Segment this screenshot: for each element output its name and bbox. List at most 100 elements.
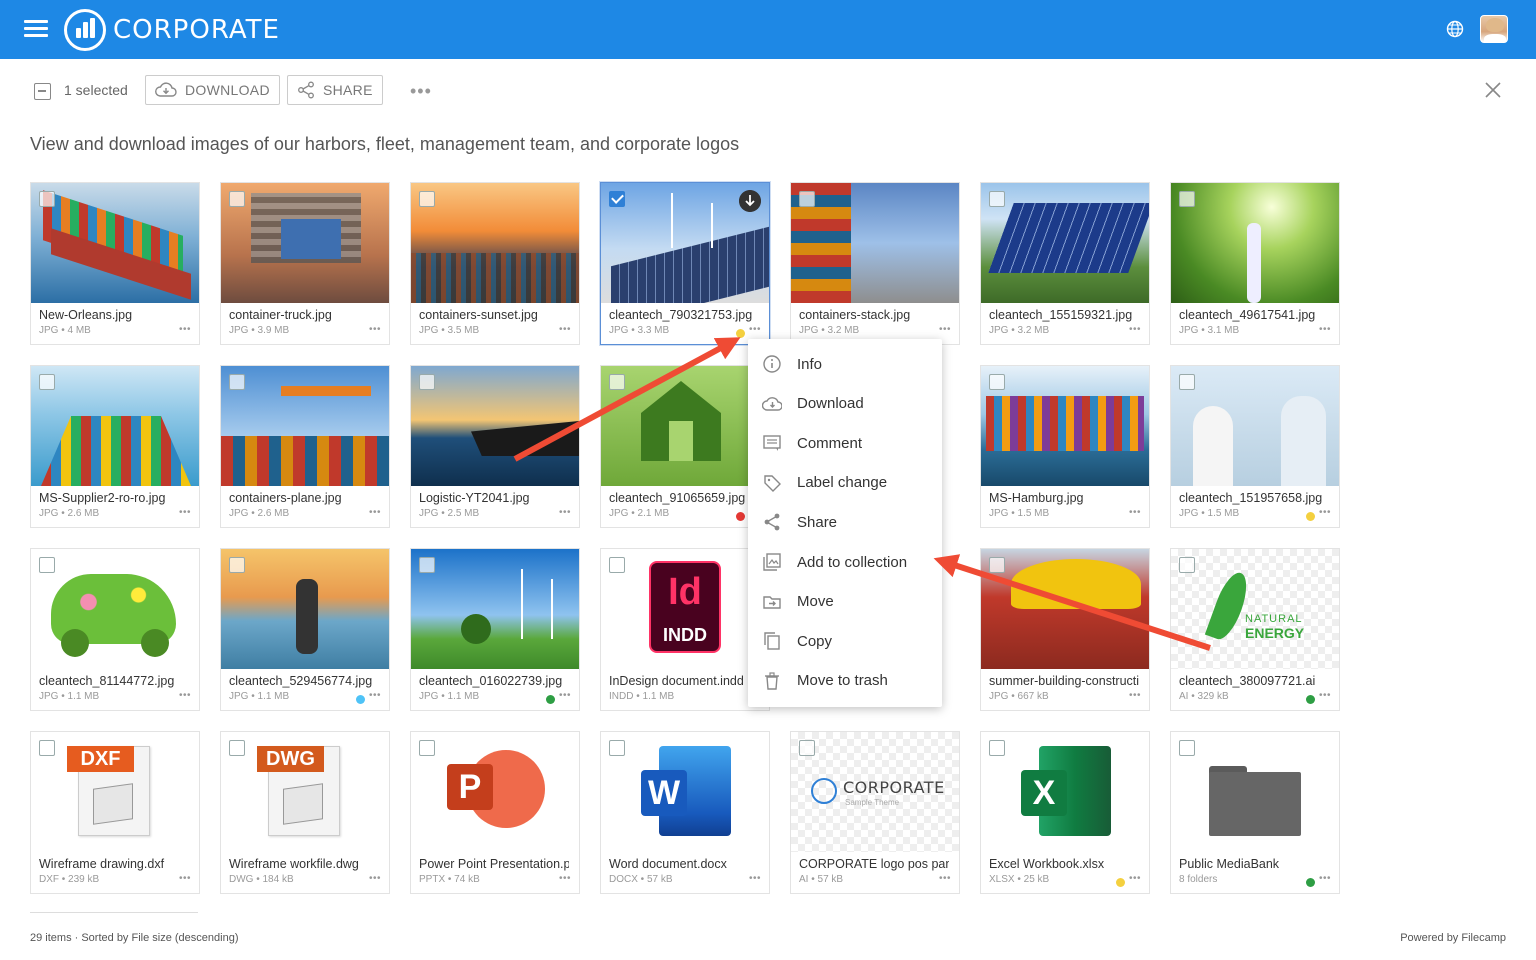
file-options-icon[interactable]: ••• — [369, 873, 381, 884]
file-thumbnail[interactable] — [31, 183, 199, 303]
file-thumbnail[interactable] — [981, 366, 1149, 486]
menu-item-share[interactable]: Share — [748, 503, 942, 541]
file-options-icon[interactable]: ••• — [559, 690, 571, 701]
file-options-icon[interactable]: ••• — [1319, 690, 1331, 701]
file-checkbox[interactable] — [39, 374, 55, 390]
file-options-icon[interactable]: ••• — [749, 873, 761, 884]
file-options-icon[interactable]: ••• — [179, 324, 191, 335]
share-button[interactable]: SHARE — [287, 75, 383, 105]
file-thumbnail[interactable]: W — [601, 732, 769, 852]
file-checkbox[interactable] — [1179, 374, 1195, 390]
file-checkbox[interactable] — [39, 191, 55, 207]
menu-item-move-to-trash[interactable]: Move to trash — [748, 662, 942, 700]
menu-item-download[interactable]: Download — [748, 385, 942, 423]
file-checkbox[interactable] — [229, 191, 245, 207]
file-thumbnail[interactable] — [221, 183, 389, 303]
file-card[interactable]: container-truck.jpg JPG • 3.9 MB ••• — [220, 182, 390, 345]
file-card[interactable]: CORPORATE Sample Theme CORPORATE logo pos… — [790, 731, 960, 894]
file-checkbox[interactable] — [229, 374, 245, 390]
menu-icon[interactable] — [24, 20, 48, 40]
file-card[interactable]: MS-Supplier2-ro-ro.jpg JPG • 2.6 MB ••• — [30, 365, 200, 528]
file-card[interactable]: cleantech_790321753.jpg JPG • 3.3 MB ••• — [600, 182, 770, 345]
file-thumbnail[interactable] — [1171, 183, 1339, 303]
menu-item-move[interactable]: Move — [748, 583, 942, 621]
file-card[interactable]: cleantech_155159321.jpg JPG • 3.2 MB ••• — [980, 182, 1150, 345]
file-checkbox[interactable] — [799, 740, 815, 756]
file-options-icon[interactable]: ••• — [179, 873, 191, 884]
file-checkbox[interactable] — [229, 557, 245, 573]
file-thumbnail[interactable] — [601, 366, 769, 486]
file-options-icon[interactable]: ••• — [1129, 324, 1141, 335]
file-options-icon[interactable]: ••• — [1129, 873, 1141, 884]
file-card[interactable]: NATURAL ENERGY cleantech_380097721.ai AI … — [1170, 548, 1340, 711]
file-options-icon[interactable]: ••• — [1129, 690, 1141, 701]
file-card[interactable]: containers-plane.jpg JPG • 2.6 MB ••• — [220, 365, 390, 528]
file-card[interactable]: W Word document.docx DOCX • 57 kB ••• — [600, 731, 770, 894]
file-thumbnail[interactable]: Id INDD — [601, 549, 769, 669]
file-thumbnail[interactable] — [221, 366, 389, 486]
file-thumbnail[interactable] — [411, 183, 579, 303]
menu-item-add-to-collection[interactable]: Add to collection — [748, 543, 942, 581]
user-avatar[interactable] — [1480, 15, 1508, 43]
file-checkbox[interactable] — [799, 191, 815, 207]
file-thumbnail[interactable] — [981, 183, 1149, 303]
file-options-icon[interactable]: ••• — [1319, 873, 1331, 884]
file-card[interactable]: containers-stack.jpg JPG • 3.2 MB ••• — [790, 182, 960, 345]
file-checkbox[interactable] — [39, 557, 55, 573]
file-checkbox[interactable] — [609, 191, 625, 207]
globe-icon[interactable] — [1446, 20, 1464, 38]
file-card[interactable]: cleantech_49617541.jpg JPG • 3.1 MB ••• — [1170, 182, 1340, 345]
file-card[interactable]: cleantech_81144772.jpg JPG • 1.1 MB ••• — [30, 548, 200, 711]
more-options-icon[interactable]: ••• — [410, 81, 432, 102]
file-card[interactable]: Logistic-YT2041.jpg JPG • 2.5 MB ••• — [410, 365, 580, 528]
file-thumbnail[interactable] — [981, 549, 1149, 669]
deselect-all-checkbox[interactable] — [34, 83, 51, 100]
file-thumbnail[interactable] — [791, 183, 959, 303]
file-thumbnail[interactable]: P — [411, 732, 579, 852]
file-options-icon[interactable]: ••• — [369, 690, 381, 701]
file-thumbnail[interactable] — [31, 549, 199, 669]
file-thumbnail[interactable] — [31, 366, 199, 486]
menu-item-info[interactable]: Info — [748, 345, 942, 383]
file-options-icon[interactable]: ••• — [1319, 324, 1331, 335]
menu-item-label-change[interactable]: Label change — [748, 464, 942, 502]
file-checkbox[interactable] — [989, 191, 1005, 207]
powered-by[interactable]: Powered by Filecamp — [1400, 932, 1506, 944]
file-card[interactable]: Public MediaBank 8 folders ••• — [1170, 731, 1340, 894]
file-checkbox[interactable] — [1179, 191, 1195, 207]
file-options-icon[interactable]: ••• — [749, 324, 761, 335]
file-checkbox[interactable] — [419, 740, 435, 756]
file-options-icon[interactable]: ••• — [559, 507, 571, 518]
file-card[interactable]: containers-sunset.jpg JPG • 3.5 MB ••• — [410, 182, 580, 345]
file-card[interactable]: X Excel Workbook.xlsx XLSX • 25 kB ••• — [980, 731, 1150, 894]
file-checkbox[interactable] — [39, 740, 55, 756]
file-checkbox[interactable] — [989, 740, 1005, 756]
file-thumbnail[interactable] — [411, 549, 579, 669]
file-checkbox[interactable] — [229, 740, 245, 756]
file-checkbox[interactable] — [419, 374, 435, 390]
file-card[interactable]: Id INDD InDesign document.indd INDD • 1.1… — [600, 548, 770, 711]
close-icon[interactable] — [1484, 81, 1502, 99]
file-options-icon[interactable]: ••• — [369, 324, 381, 335]
file-thumbnail[interactable]: CORPORATE Sample Theme — [791, 732, 959, 852]
file-card[interactable]: cleantech_151957658.jpg JPG • 1.5 MB ••• — [1170, 365, 1340, 528]
file-options-icon[interactable]: ••• — [369, 507, 381, 518]
file-thumbnail[interactable]: NATURAL ENERGY — [1171, 549, 1339, 669]
file-checkbox[interactable] — [609, 374, 625, 390]
file-options-icon[interactable]: ••• — [559, 324, 571, 335]
file-card[interactable]: P Power Point Presentation.pptx PPTX • 7… — [410, 731, 580, 894]
file-options-icon[interactable]: ••• — [179, 507, 191, 518]
file-thumbnail[interactable]: DWG — [221, 732, 389, 852]
file-options-icon[interactable]: ••• — [1129, 507, 1141, 518]
file-thumbnail[interactable]: X — [981, 732, 1149, 852]
file-thumbnail[interactable] — [1171, 732, 1339, 852]
file-card[interactable]: cleantech_529456774.jpg JPG • 1.1 MB ••• — [220, 548, 390, 711]
file-options-icon[interactable]: ••• — [939, 873, 951, 884]
file-checkbox[interactable] — [609, 557, 625, 573]
file-checkbox[interactable] — [419, 191, 435, 207]
file-thumbnail[interactable] — [411, 366, 579, 486]
file-thumbnail[interactable] — [1171, 366, 1339, 486]
file-checkbox[interactable] — [609, 740, 625, 756]
file-card[interactable]: New-Orleans.jpg JPG • 4 MB ••• — [30, 182, 200, 345]
file-card[interactable]: MS-Hamburg.jpg JPG • 1.5 MB ••• — [980, 365, 1150, 528]
